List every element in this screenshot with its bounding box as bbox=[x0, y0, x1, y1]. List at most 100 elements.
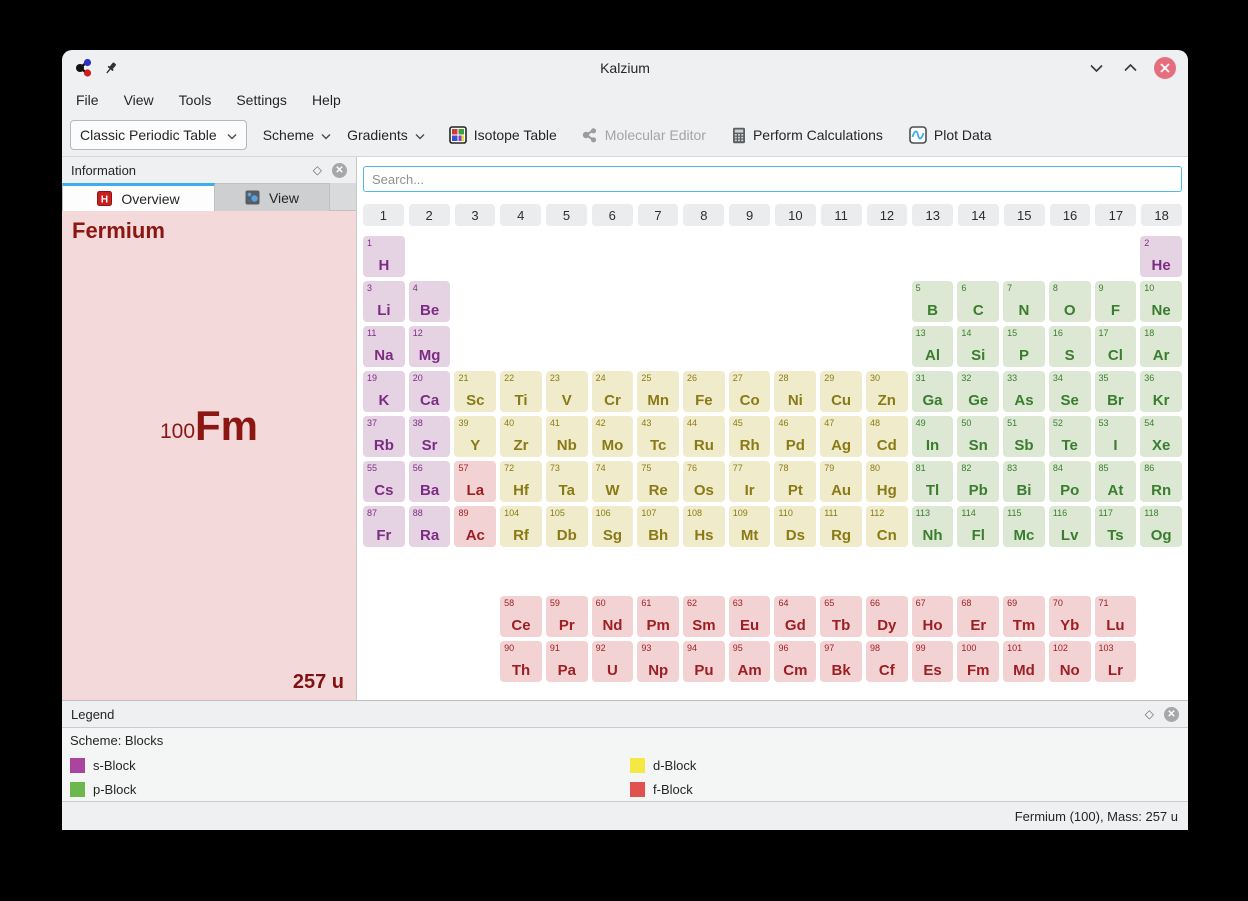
element-cell-Lr[interactable]: 103Lr bbox=[1095, 641, 1137, 682]
element-cell-Re[interactable]: 75Re bbox=[637, 461, 679, 502]
element-cell-In[interactable]: 49In bbox=[912, 416, 954, 457]
element-cell-S[interactable]: 16S bbox=[1049, 326, 1091, 367]
element-cell-Db[interactable]: 105Db bbox=[546, 506, 588, 547]
element-cell-Ce[interactable]: 58Ce bbox=[500, 596, 542, 637]
menu-item-view[interactable]: View bbox=[124, 92, 154, 108]
element-cell-F[interactable]: 9F bbox=[1095, 281, 1137, 322]
search-input[interactable] bbox=[363, 166, 1182, 192]
element-cell-Zn[interactable]: 30Zn bbox=[866, 371, 908, 412]
menu-item-file[interactable]: File bbox=[76, 92, 99, 108]
element-cell-Rf[interactable]: 104Rf bbox=[500, 506, 542, 547]
element-cell-Co[interactable]: 27Co bbox=[729, 371, 771, 412]
float-panel-icon[interactable]: ◇ bbox=[313, 163, 322, 177]
element-cell-Na[interactable]: 11Na bbox=[363, 326, 405, 367]
element-cell-Mn[interactable]: 25Mn bbox=[637, 371, 679, 412]
element-cell-Pt[interactable]: 78Pt bbox=[774, 461, 816, 502]
element-cell-Br[interactable]: 35Br bbox=[1095, 371, 1137, 412]
element-cell-N[interactable]: 7N bbox=[1003, 281, 1045, 322]
element-cell-Es[interactable]: 99Es bbox=[912, 641, 954, 682]
element-cell-Ag[interactable]: 47Ag bbox=[820, 416, 862, 457]
element-cell-Po[interactable]: 84Po bbox=[1049, 461, 1091, 502]
element-cell-Ru[interactable]: 44Ru bbox=[683, 416, 725, 457]
element-cell-Pd[interactable]: 46Pd bbox=[774, 416, 816, 457]
element-cell-Sc[interactable]: 21Sc bbox=[454, 371, 496, 412]
element-cell-Er[interactable]: 68Er bbox=[957, 596, 999, 637]
element-cell-Sm[interactable]: 62Sm bbox=[683, 596, 725, 637]
element-cell-Np[interactable]: 93Np bbox=[637, 641, 679, 682]
element-cell-Tm[interactable]: 69Tm bbox=[1003, 596, 1045, 637]
element-cell-H[interactable]: 1H bbox=[363, 236, 405, 277]
element-cell-As[interactable]: 33As bbox=[1003, 371, 1045, 412]
app-icon[interactable] bbox=[74, 58, 94, 78]
element-cell-Ni[interactable]: 28Ni bbox=[774, 371, 816, 412]
element-cell-Ba[interactable]: 56Ba bbox=[409, 461, 451, 502]
element-cell-Mc[interactable]: 115Mc bbox=[1003, 506, 1045, 547]
element-cell-Rg[interactable]: 111Rg bbox=[820, 506, 862, 547]
element-cell-Pm[interactable]: 61Pm bbox=[637, 596, 679, 637]
element-cell-P[interactable]: 15P bbox=[1003, 326, 1045, 367]
tab-overview[interactable]: H Overview bbox=[62, 183, 215, 211]
element-cell-Zr[interactable]: 40Zr bbox=[500, 416, 542, 457]
scheme-button[interactable]: Scheme bbox=[263, 127, 331, 143]
element-cell-Sb[interactable]: 51Sb bbox=[1003, 416, 1045, 457]
element-cell-Tb[interactable]: 65Tb bbox=[820, 596, 862, 637]
element-cell-Sr[interactable]: 38Sr bbox=[409, 416, 451, 457]
element-cell-Pa[interactable]: 91Pa bbox=[546, 641, 588, 682]
element-cell-Os[interactable]: 76Os bbox=[683, 461, 725, 502]
menu-item-tools[interactable]: Tools bbox=[179, 92, 212, 108]
element-cell-Cd[interactable]: 48Cd bbox=[866, 416, 908, 457]
element-cell-Ta[interactable]: 73Ta bbox=[546, 461, 588, 502]
element-cell-Cr[interactable]: 24Cr bbox=[592, 371, 634, 412]
element-cell-W[interactable]: 74W bbox=[592, 461, 634, 502]
element-cell-Gd[interactable]: 64Gd bbox=[774, 596, 816, 637]
element-cell-Li[interactable]: 3Li bbox=[363, 281, 405, 322]
element-cell-Hf[interactable]: 72Hf bbox=[500, 461, 542, 502]
element-cell-Sn[interactable]: 50Sn bbox=[957, 416, 999, 457]
plot-data-button[interactable]: Plot Data bbox=[909, 126, 992, 144]
element-cell-Fe[interactable]: 26Fe bbox=[683, 371, 725, 412]
element-cell-Sg[interactable]: 106Sg bbox=[592, 506, 634, 547]
element-cell-Rb[interactable]: 37Rb bbox=[363, 416, 405, 457]
element-cell-Y[interactable]: 39Y bbox=[454, 416, 496, 457]
element-cell-Ir[interactable]: 77Ir bbox=[729, 461, 771, 502]
menu-item-settings[interactable]: Settings bbox=[236, 92, 287, 108]
element-cell-Lu[interactable]: 71Lu bbox=[1095, 596, 1137, 637]
element-cell-K[interactable]: 19K bbox=[363, 371, 405, 412]
element-cell-Rn[interactable]: 86Rn bbox=[1140, 461, 1182, 502]
element-cell-C[interactable]: 6C bbox=[957, 281, 999, 322]
element-cell-Nh[interactable]: 113Nh bbox=[912, 506, 954, 547]
element-cell-Cs[interactable]: 55Cs bbox=[363, 461, 405, 502]
element-cell-Th[interactable]: 90Th bbox=[500, 641, 542, 682]
perform-calculations-button[interactable]: Perform Calculations bbox=[732, 127, 883, 144]
element-cell-Am[interactable]: 95Am bbox=[729, 641, 771, 682]
tab-view[interactable]: View bbox=[215, 183, 330, 211]
close-panel-icon[interactable]: ✕ bbox=[1164, 707, 1179, 722]
element-cell-La[interactable]: 57La bbox=[454, 461, 496, 502]
element-cell-B[interactable]: 5B bbox=[912, 281, 954, 322]
element-cell-V[interactable]: 23V bbox=[546, 371, 588, 412]
element-cell-Ts[interactable]: 117Ts bbox=[1095, 506, 1137, 547]
element-cell-Tl[interactable]: 81Tl bbox=[912, 461, 954, 502]
table-type-select[interactable]: Classic Periodic Table bbox=[70, 120, 247, 150]
element-cell-Ca[interactable]: 20Ca bbox=[409, 371, 451, 412]
element-cell-Pu[interactable]: 94Pu bbox=[683, 641, 725, 682]
element-cell-Se[interactable]: 34Se bbox=[1049, 371, 1091, 412]
element-cell-Ra[interactable]: 88Ra bbox=[409, 506, 451, 547]
element-cell-Bk[interactable]: 97Bk bbox=[820, 641, 862, 682]
element-cell-Au[interactable]: 79Au bbox=[820, 461, 862, 502]
element-cell-Cf[interactable]: 98Cf bbox=[866, 641, 908, 682]
element-cell-Lv[interactable]: 116Lv bbox=[1049, 506, 1091, 547]
element-cell-Tc[interactable]: 43Tc bbox=[637, 416, 679, 457]
element-cell-Hs[interactable]: 108Hs bbox=[683, 506, 725, 547]
element-cell-Pr[interactable]: 59Pr bbox=[546, 596, 588, 637]
menu-item-help[interactable]: Help bbox=[312, 92, 341, 108]
element-cell-Bi[interactable]: 83Bi bbox=[1003, 461, 1045, 502]
element-cell-Rh[interactable]: 45Rh bbox=[729, 416, 771, 457]
element-cell-Cu[interactable]: 29Cu bbox=[820, 371, 862, 412]
gradients-button[interactable]: Gradients bbox=[347, 127, 425, 143]
element-cell-Ar[interactable]: 18Ar bbox=[1140, 326, 1182, 367]
element-cell-Xe[interactable]: 54Xe bbox=[1140, 416, 1182, 457]
element-cell-Al[interactable]: 13Al bbox=[912, 326, 954, 367]
element-cell-Yb[interactable]: 70Yb bbox=[1049, 596, 1091, 637]
element-cell-Cn[interactable]: 112Cn bbox=[866, 506, 908, 547]
